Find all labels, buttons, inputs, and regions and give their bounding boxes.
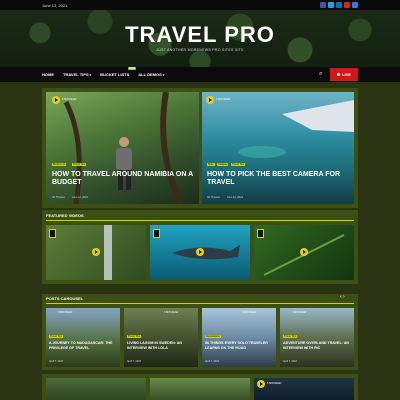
post-date: April 7, 2016: [205, 360, 220, 363]
search-icon[interactable]: ⌕: [319, 71, 322, 78]
post-title[interactable]: 56 THINGS EVERY SOLO TRAVELER LEARNS ON …: [205, 341, 275, 350]
nav-bucket-lists-label: BUCKET LISTS: [100, 72, 130, 77]
post-author[interactable]: AF Themes: [52, 196, 65, 199]
social-links: [320, 2, 358, 8]
hero-card-namibia[interactable]: 5 MIN READ Bucket List Travel Tips HOW T…: [46, 92, 199, 204]
section-divider: [46, 220, 354, 221]
video-card-insect[interactable]: [254, 225, 354, 280]
linkedin-icon[interactable]: [336, 2, 342, 8]
hero-image-namibia: [63, 92, 184, 204]
carousel-item[interactable]: 3 MIN READ Travel Tips A JOURNEY TO MADA…: [46, 308, 120, 367]
twitter-icon[interactable]: [328, 2, 334, 8]
post-date: April 7, 2016: [49, 360, 64, 363]
post-author[interactable]: AF Themes: [207, 196, 220, 199]
site-title[interactable]: TRAVEL PRO: [0, 22, 400, 48]
nav-travel-tips[interactable]: TRAVEL TIPS▾: [63, 72, 91, 77]
live-dot-icon: [337, 73, 341, 76]
read-time: 3 MIN READ: [58, 311, 73, 314]
section-title: FEATURED VIDEOS: [46, 213, 84, 218]
read-time: 5 MIN READ: [216, 98, 231, 101]
read-time: 3 MIN READ: [164, 311, 179, 314]
hero-panel: 5 MIN READ Bucket List Travel Tips HOW T…: [42, 88, 358, 208]
post-date: April 7, 2016: [283, 360, 298, 363]
category-tag[interactable]: Travel Tips: [231, 163, 246, 166]
main-content: 5 MIN READ Bucket List Travel Tips HOW T…: [0, 82, 400, 400]
play-icon[interactable]: [300, 248, 308, 256]
channel-logo-icon: [49, 229, 56, 238]
vk-icon[interactable]: [352, 2, 358, 8]
bottom-panel: 5 MIN READ: [42, 374, 358, 400]
category-tag[interactable]: Travel Tips: [49, 335, 64, 338]
hero-card-camera[interactable]: 5 MIN READ Style Gadgets Travel Tips HOW…: [202, 92, 354, 204]
posts-carousel-panel: POSTS CAROUSEL ‹ › 3 MIN READ Travel Tip…: [42, 294, 358, 370]
category-tag[interactable]: Travel Tips: [72, 163, 87, 166]
post-date: April 7, 2016: [127, 360, 142, 363]
play-icon[interactable]: [196, 248, 204, 256]
read-time: 5 MIN READ: [267, 382, 282, 385]
bottom-card[interactable]: [150, 378, 250, 400]
live-label: LIVE: [342, 72, 351, 77]
nav-all-demos-label: ALL DEMOS: [138, 72, 162, 77]
post-title[interactable]: A JOURNEY TO MADAGASCAR: THE PRIVILEGE O…: [49, 341, 119, 350]
post-date: June 12, 2021: [227, 196, 243, 199]
category-tag[interactable]: Destinations: [205, 335, 221, 338]
play-icon[interactable]: [52, 96, 60, 104]
read-time: 5 MIN READ: [62, 98, 77, 101]
hero-image-camera: [238, 100, 354, 158]
video-card-shark[interactable]: [150, 225, 250, 280]
nav-bucket-lists[interactable]: BUCKET LISTS NEW: [100, 67, 136, 77]
read-time: 3 MIN READ: [292, 311, 307, 314]
video-card-waterfall[interactable]: [46, 225, 146, 280]
play-icon[interactable]: [206, 96, 214, 104]
category-tag[interactable]: Gadgets: [217, 163, 229, 166]
chevron-down-icon: ▾: [89, 73, 92, 77]
carousel-item[interactable]: 3 MIN READ Travel Tips ADVENTURE OVERLAN…: [280, 308, 354, 367]
chevron-down-icon: ▾: [162, 73, 165, 77]
post-title[interactable]: HOW TO PICK THE BEST CAMERA FOR TRAVEL: [207, 171, 351, 187]
channel-logo-icon: [257, 229, 264, 238]
category-tag[interactable]: Style: [207, 163, 215, 166]
nav-all-demos[interactable]: ALL DEMOS▾: [138, 72, 164, 77]
post-title[interactable]: ADVENTURE OVERLAND TRAVEL: AN INTERVIEW …: [283, 341, 353, 350]
page: June 13, 2021 TRAVEL PRO JUST ANOTHER MO…: [0, 0, 400, 400]
section-divider: [46, 303, 354, 304]
play-icon[interactable]: [92, 248, 100, 256]
post-date: June 12, 2021: [72, 196, 88, 199]
category-tag[interactable]: Bucket List: [52, 163, 67, 166]
channel-logo-icon: [153, 229, 160, 238]
carousel-arrows-icon[interactable]: ‹ ›: [340, 294, 345, 300]
youtube-icon[interactable]: [344, 2, 350, 8]
carousel-item[interactable]: 3 MIN READ Travel Tips LIVING LAGOM IN S…: [124, 308, 198, 367]
site-header: TRAVEL PRO JUST ANOTHER MORENEWS PRO SIT…: [0, 10, 400, 67]
current-date: June 13, 2021: [42, 2, 68, 8]
site-tagline: JUST ANOTHER MORENEWS PRO SITES SITE: [156, 48, 244, 52]
featured-videos-panel: FEATURED VIDEOS: [42, 210, 358, 284]
play-icon[interactable]: [257, 380, 265, 388]
post-title[interactable]: LIVING LAGOM IN SWEDEN: AN INTERVIEW WIT…: [127, 341, 197, 350]
post-title[interactable]: HOW TO TRAVEL AROUND NAMIBIA ON A BUDGET: [52, 171, 194, 187]
category-tag[interactable]: Travel Tips: [127, 335, 142, 338]
section-title: POSTS CAROUSEL: [46, 296, 84, 301]
bottom-card[interactable]: [46, 378, 146, 400]
nav-travel-tips-label: TRAVEL TIPS: [63, 72, 89, 77]
carousel-item[interactable]: 3 MIN READ Destinations 56 THINGS EVERY …: [202, 308, 276, 367]
top-bar: June 13, 2021: [0, 0, 400, 10]
new-badge: NEW: [128, 67, 136, 70]
read-time: 3 MIN READ: [242, 311, 257, 314]
live-button[interactable]: LIVE: [330, 68, 358, 81]
category-tag[interactable]: Travel Tips: [283, 335, 298, 338]
nav-home[interactable]: HOME: [42, 72, 54, 77]
bottom-card[interactable]: 5 MIN READ: [254, 378, 354, 400]
facebook-icon[interactable]: [320, 2, 326, 8]
